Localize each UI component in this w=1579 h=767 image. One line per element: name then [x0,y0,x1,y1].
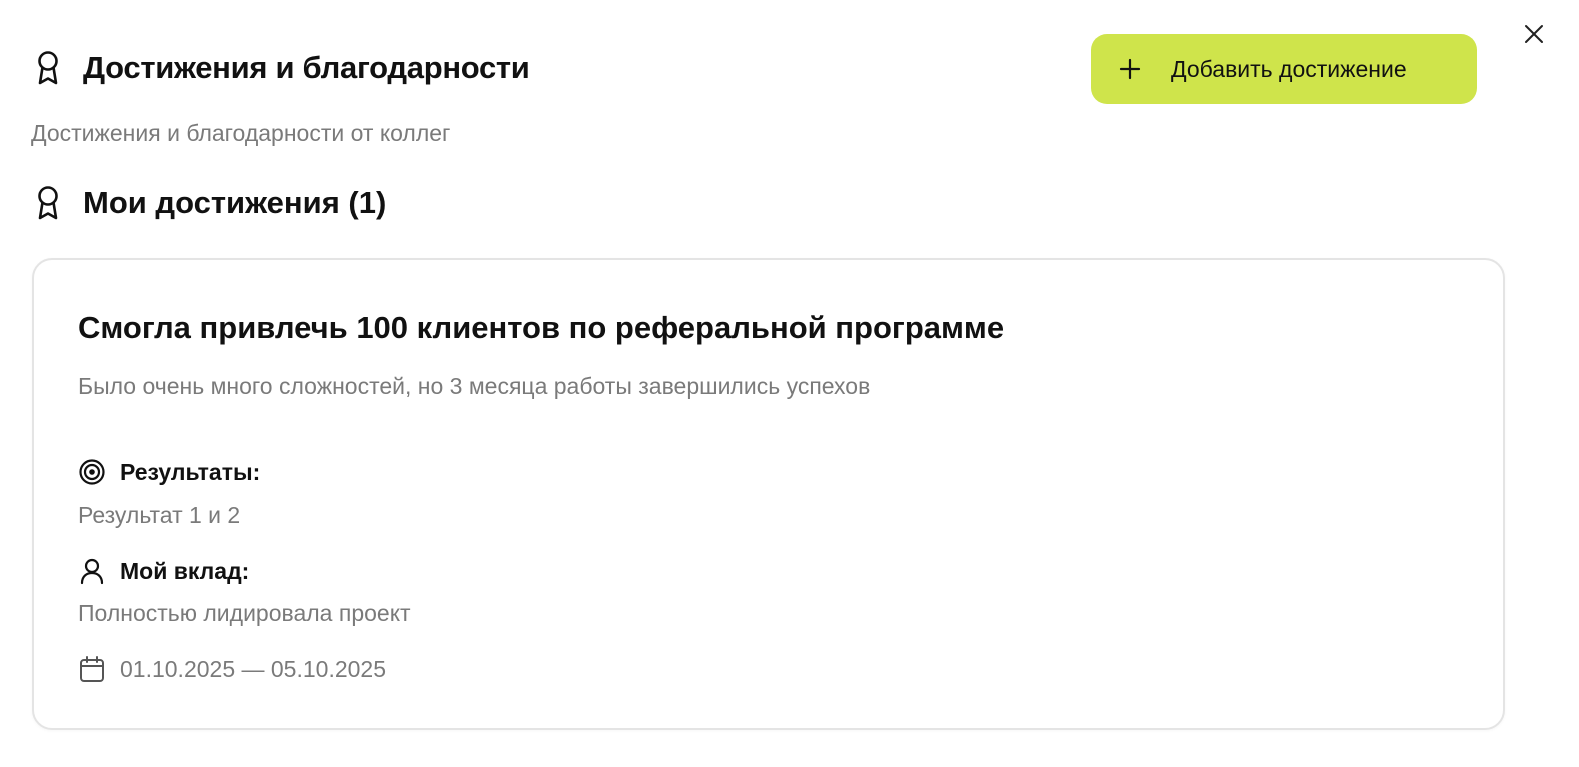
achievement-card[interactable]: Смогла привлечь 100 клиентов по рефераль… [32,258,1505,730]
page-subtitle: Достижения и благодарности от коллег [31,120,451,146]
page-title: Достижения и благодарности [83,50,530,85]
results-label-row: Результаты: [78,458,260,486]
target-icon [78,458,106,486]
date-range: 01.10.2025 — 05.10.2025 [120,655,387,682]
contribution-label: Мой вклад: [120,557,250,584]
add-achievement-button[interactable]: Добавить достижение [1091,34,1477,104]
date-range-row: 01.10.2025 — 05.10.2025 [78,655,386,683]
user-icon [78,557,106,585]
achievement-description: Было очень много сложностей, но 3 месяца… [78,373,871,399]
award-icon [33,185,63,221]
results-value: Результат 1 и 2 [78,502,241,528]
close-button[interactable] [1522,22,1546,46]
my-achievements-header: Мои достижения (1) [33,185,386,221]
achievements-modal: Достижения и благодарности Достижения и … [0,0,1579,767]
contribution-value: Полностью лидировала проект [78,600,411,626]
plus-icon [1119,58,1141,80]
results-label: Результаты: [120,458,261,485]
achievement-title: Смогла привлечь 100 клиентов по рефераль… [78,310,1005,345]
close-icon [1525,25,1543,43]
modal-header: Достижения и благодарности [33,50,530,86]
section-title: Мои достижения (1) [83,185,387,220]
award-icon [33,50,63,86]
calendar-icon [78,655,106,683]
add-achievement-label: Добавить достижение [1171,55,1407,82]
contribution-label-row: Мой вклад: [78,557,249,585]
